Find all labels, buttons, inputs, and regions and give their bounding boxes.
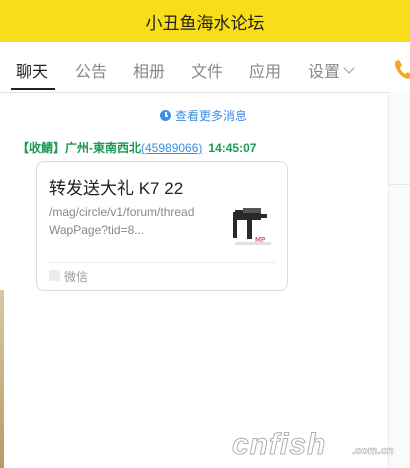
tab-files[interactable]: 文件 — [191, 58, 223, 82]
card-url: /mag/circle/v1/forum/threadWapPage?tid=8… — [49, 205, 195, 237]
background-edge — [0, 290, 4, 468]
card-separator — [49, 262, 275, 263]
svg-text:MP: MP — [255, 236, 265, 244]
tab-bar: 聊天 公告 相册 文件 应用 设置 — [0, 42, 410, 93]
window-title: 小丑鱼海水论坛 — [145, 13, 265, 33]
shared-link-card[interactable]: 转发送大礼 K7 22 /mag/circle/v1/forum/threadW… — [36, 161, 288, 291]
tab-settings[interactable]: 设置 — [308, 58, 340, 82]
clock-icon — [160, 110, 171, 121]
sender-name[interactable]: 【收鯖】广州-東南西北 — [17, 141, 141, 155]
tab-chat[interactable]: 聊天 — [16, 58, 48, 82]
side-panel — [389, 92, 410, 468]
active-tab-indicator — [11, 88, 55, 90]
card-thumbnail: MP — [233, 208, 271, 245]
view-more-label: 查看更多消息 — [175, 109, 248, 123]
message-time: 14:45:07 — [208, 141, 257, 155]
card-source: 微信 — [64, 270, 89, 284]
tab-album[interactable]: 相册 — [133, 58, 165, 82]
wechat-icon — [49, 270, 60, 281]
chevron-down-icon[interactable] — [343, 62, 355, 74]
watermark: cnfish — [231, 428, 327, 462]
title-bar: 小丑鱼海水论坛 — [0, 0, 410, 42]
tab-apps[interactable]: 应用 — [249, 58, 281, 82]
phone-icon[interactable] — [390, 52, 410, 86]
card-title: 转发送大礼 K7 22 — [49, 179, 184, 198]
watermark-domain: .com.cn — [352, 445, 394, 458]
view-more-messages-link[interactable]: 查看更多消息 — [160, 107, 247, 124]
sender-id[interactable]: (45989066) — [141, 141, 202, 155]
tab-announcement[interactable]: 公告 — [75, 58, 107, 82]
message-header: 【收鯖】广州-東南西北(45989066) 14:45:07 — [17, 139, 256, 156]
